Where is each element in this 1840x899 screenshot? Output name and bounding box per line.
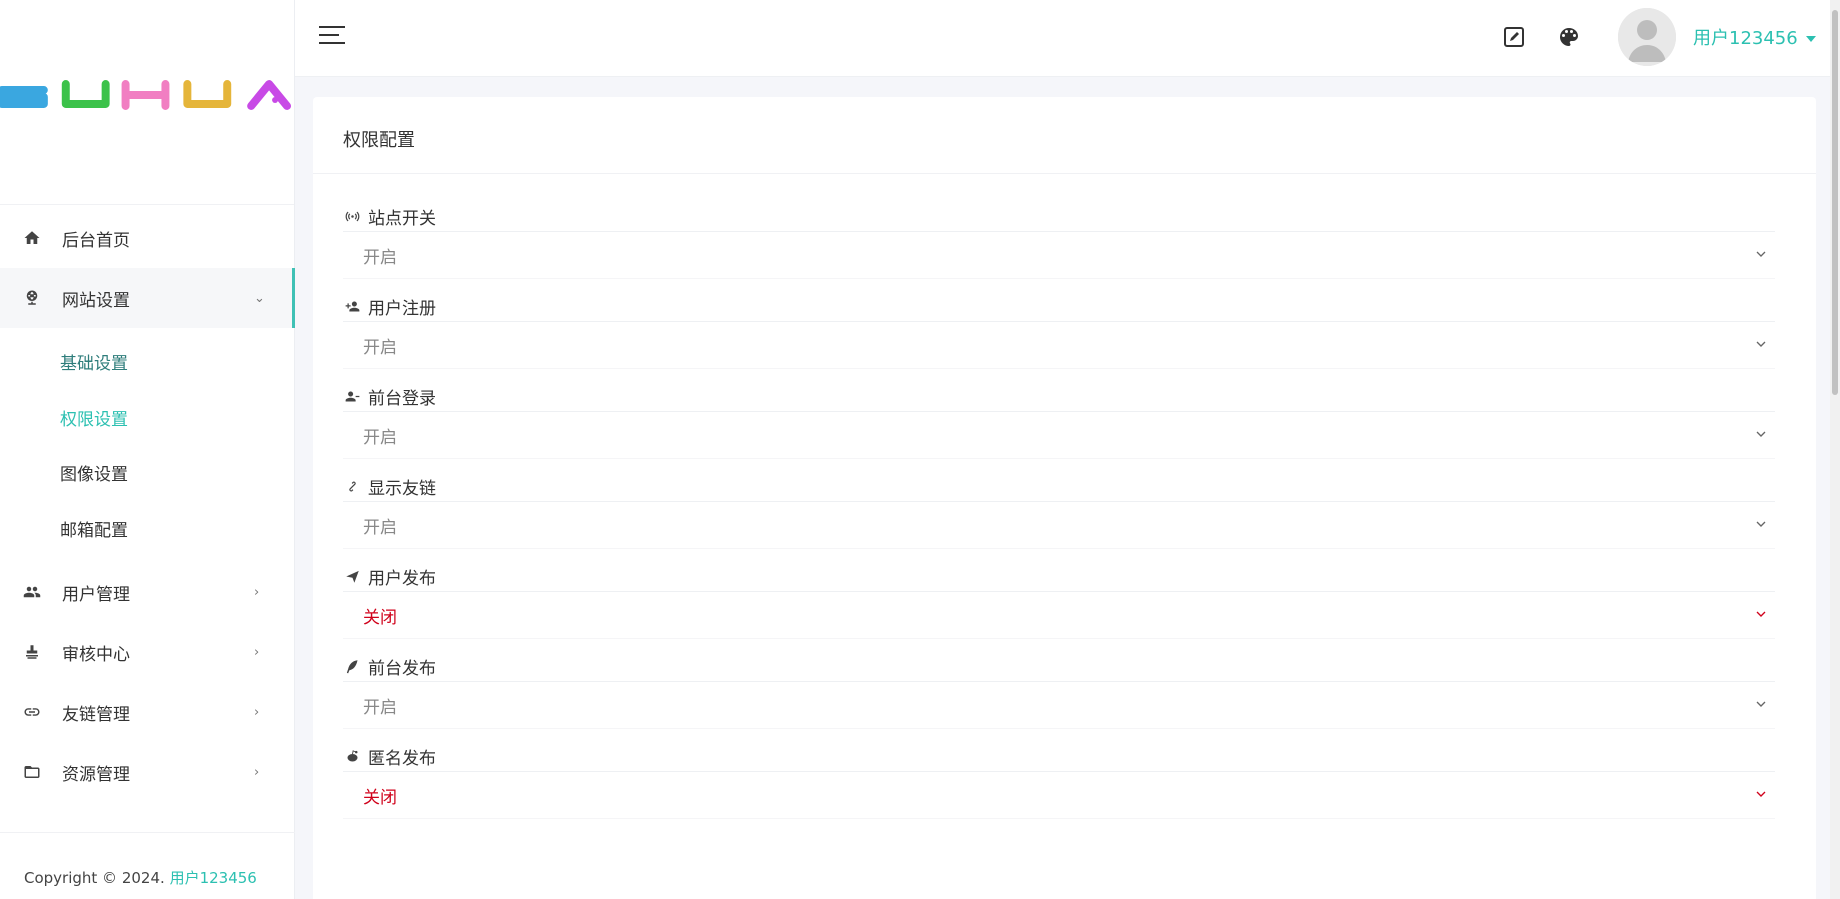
- scrollbar-thumb[interactable]: [1832, 10, 1838, 395]
- field-show-links: 显示友链 开启: [343, 472, 1786, 549]
- home-icon: [22, 228, 42, 248]
- field-anonymous-publish: 匿名发布 关闭: [343, 742, 1786, 819]
- website-settings-submenu: 基础设置 权限设置 图像设置 邮箱配置: [0, 328, 294, 562]
- field-site-switch: 站点开关 开启: [343, 202, 1786, 279]
- sidebar-subitem-images[interactable]: 图像设置: [0, 445, 294, 501]
- copyright-text: Copyright © 2024.: [24, 869, 165, 887]
- edit-icon[interactable]: [1502, 25, 1526, 49]
- field-front-login: 前台登录 开启: [343, 382, 1786, 459]
- chevron-down-icon: [1753, 696, 1771, 714]
- sidebar-item-website-settings[interactable]: 网站设置 ⌄: [0, 268, 295, 328]
- sidebar-item-users[interactable]: 用户管理 ›: [0, 562, 294, 622]
- chevron-right-icon: ›: [254, 584, 260, 600]
- field-label: 匿名发布: [368, 749, 436, 769]
- user-menu[interactable]: 用户123456: [1693, 24, 1816, 50]
- permission-config-card: 权限配置 站点开关 开启 用户注册 开启 前台登录 开启 显示友链 开启 用户发…: [313, 97, 1816, 899]
- field-label: 显示友链: [368, 479, 436, 499]
- select-value: 开启: [363, 337, 397, 358]
- chevron-down-icon: ⌄: [254, 290, 265, 306]
- sidebar-item-label: 审核中心: [62, 644, 130, 665]
- front-publish-select[interactable]: 开启: [343, 681, 1775, 729]
- chevron-down-icon: [1753, 426, 1771, 444]
- caret-down-icon: [1805, 36, 1816, 42]
- page-scrollbar[interactable]: [1830, 0, 1840, 899]
- top-bar: 用户123456: [295, 0, 1840, 77]
- user-plus-icon: [343, 298, 361, 316]
- select-value: 开启: [363, 427, 397, 448]
- brand-logo[interactable]: [0, 76, 294, 118]
- chevron-down-icon: [1753, 336, 1771, 354]
- user-register-select[interactable]: 开启: [343, 321, 1775, 369]
- field-front-publish: 前台发布 开启: [343, 652, 1786, 729]
- front-login-select[interactable]: 开启: [343, 411, 1775, 459]
- feather-icon: [343, 658, 361, 676]
- globe-icon: [22, 288, 42, 308]
- folder-icon: [22, 762, 42, 782]
- select-value: 开启: [363, 247, 397, 268]
- sidebar-item-label: 后台首页: [62, 230, 130, 251]
- field-label: 站点开关: [368, 209, 436, 229]
- sidebar-subitem-permissions[interactable]: 权限设置: [0, 390, 294, 446]
- user-publish-select[interactable]: 关闭: [343, 591, 1775, 639]
- send-icon: [343, 568, 361, 586]
- logo-area: [0, 0, 294, 205]
- chevron-down-icon: [1753, 246, 1771, 264]
- sidebar-item-review[interactable]: 审核中心 ›: [0, 622, 294, 682]
- sidebar-item-home[interactable]: 后台首页: [0, 208, 294, 268]
- sidebar-item-label: 网站设置: [62, 290, 130, 311]
- field-label: 前台发布: [368, 659, 436, 679]
- sidebar-item-label: 用户管理: [62, 584, 130, 605]
- sidebar-item-label: 资源管理: [62, 764, 130, 785]
- sidebar-nav: 后台首页 网站设置 ⌄ 基础设置 权限设置 图像设置 邮箱配置 用户管理 › 审…: [0, 205, 295, 802]
- link-icon: [343, 478, 361, 496]
- select-value: 关闭: [363, 787, 397, 808]
- sidebar: 后台首页 网站设置 ⌄ 基础设置 权限设置 图像设置 邮箱配置 用户管理 › 审…: [0, 0, 295, 899]
- sidebar-item-label: 友链管理: [62, 704, 130, 725]
- site-switch-select[interactable]: 开启: [343, 231, 1775, 279]
- field-user-register: 用户注册 开启: [343, 292, 1786, 369]
- user-minus-icon: [343, 388, 361, 406]
- field-label: 前台登录: [368, 389, 436, 409]
- avatar[interactable]: [1618, 8, 1676, 66]
- select-value: 关闭: [363, 607, 397, 628]
- broadcast-icon: [343, 208, 361, 226]
- copyright: Copyright © 2024. 用户123456: [0, 832, 295, 899]
- stamp-icon: [22, 642, 42, 662]
- chevron-down-icon: [1753, 516, 1771, 534]
- permission-form: 站点开关 开启 用户注册 开启 前台登录 开启 显示友链 开启 用户发布 关闭 …: [313, 174, 1816, 819]
- chevron-down-icon: [1753, 786, 1771, 804]
- anonymous-publish-select[interactable]: 关闭: [343, 771, 1775, 819]
- menu-toggle-icon[interactable]: [319, 26, 345, 50]
- link-icon: [22, 702, 42, 722]
- sidebar-item-links[interactable]: 友链管理 ›: [0, 682, 294, 742]
- username-label: 用户123456: [1693, 28, 1798, 49]
- chevron-right-icon: ›: [254, 764, 260, 780]
- copyright-user-link[interactable]: 用户123456: [170, 869, 257, 887]
- reddit-icon: [343, 748, 361, 766]
- sidebar-subitem-email[interactable]: 邮箱配置: [0, 501, 294, 557]
- field-label: 用户发布: [368, 569, 436, 589]
- sidebar-item-resources[interactable]: 资源管理 ›: [0, 742, 294, 802]
- sidebar-subitem-basic[interactable]: 基础设置: [0, 334, 294, 390]
- field-user-publish: 用户发布 关闭: [343, 562, 1786, 639]
- select-value: 开启: [363, 697, 397, 718]
- select-value: 开启: [363, 517, 397, 538]
- chevron-right-icon: ›: [254, 704, 260, 720]
- users-icon: [22, 582, 42, 602]
- card-title: 权限配置: [313, 97, 1816, 174]
- field-label: 用户注册: [368, 299, 436, 319]
- app-root: 后台首页 网站设置 ⌄ 基础设置 权限设置 图像设置 邮箱配置 用户管理 › 审…: [0, 0, 1840, 899]
- chevron-right-icon: ›: [254, 644, 260, 660]
- chevron-down-icon: [1753, 606, 1771, 624]
- show-links-select[interactable]: 开启: [343, 501, 1775, 549]
- palette-icon[interactable]: [1557, 25, 1581, 49]
